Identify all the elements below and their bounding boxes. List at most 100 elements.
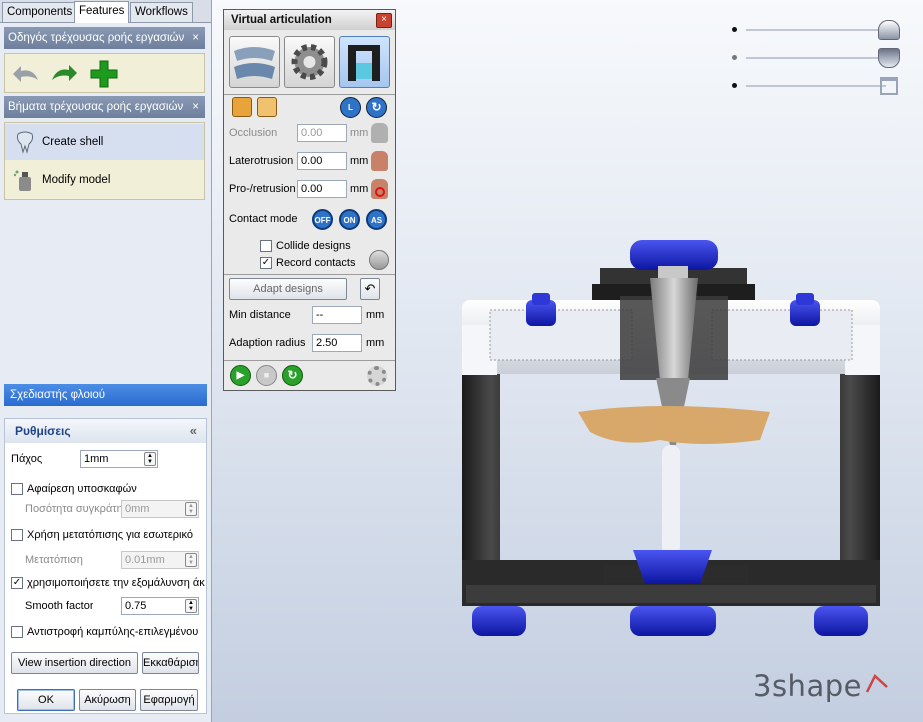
smooth-factor-label: Smooth factor [25,600,94,612]
visibility-slider-upper[interactable] [732,20,900,40]
invert-curve-checkbox[interactable] [11,626,23,638]
hand-icon[interactable] [371,151,388,171]
spin-arrows-icon[interactable]: ▲ ▼ [144,452,156,466]
forward-arrow-icon[interactable] [49,61,79,85]
ok-button[interactable]: OK [17,689,75,711]
eye-icon[interactable] [369,250,389,270]
left-side-icon[interactable]: L [340,97,361,118]
adapt-designs-button[interactable]: Adapt designs [229,278,347,300]
adaption-radius-unit: mm [366,337,385,349]
jaw-model-button[interactable] [229,36,280,88]
undo-icon[interactable]: ↶ [360,278,380,300]
use-offset-checkbox[interactable] [11,529,23,541]
gap-percent-stepper[interactable]: 0mm ▲ ▼ [121,500,199,518]
contact-as-button[interactable]: AS [366,209,387,230]
laterotrusion-unit: mm [350,155,369,167]
occlusion-input[interactable]: 0.00 [297,124,347,142]
settings-panel: Ρυθμίσεις « Πάχος 1mm ▲ ▼ Αφαίρεση υποσκαφ… [4,418,207,714]
articulator-frame-icon [348,45,380,81]
tab-workflows[interactable]: Workflows [130,2,193,22]
adaption-radius-input[interactable]: 2.50 [312,334,362,352]
hand-icon[interactable] [371,123,388,143]
min-distance-input[interactable]: -- [312,306,362,324]
settings-header[interactable]: Ρυθμίσεις « [5,419,206,443]
protrusion-label: Pro-/retrusion [229,183,296,195]
workflow-guide-title: Οδηγός τρέχουσας ροής εργασιών [8,32,185,44]
contact-mode-label: Contact mode [229,213,298,225]
view-insertion-button[interactable]: View insertion direction [11,652,138,674]
record-contacts-label: Record contacts [276,257,356,269]
jaw-model-icon [234,47,275,79]
workflow-steps-list: Create shell Modify model [4,122,205,200]
invert-curve-label: Αντιστροφή καμπύλης-επιλεγμένου [27,626,199,638]
collide-designs-checkbox[interactable] [260,240,272,252]
cancel-button[interactable]: Ακύρωση [79,689,136,711]
visibility-slider-articulator[interactable] [732,76,900,96]
tab-components[interactable]: Components [2,2,78,22]
clear-button[interactable]: Εκκαθάριση [142,652,199,674]
close-icon[interactable]: × [376,13,392,28]
workflow-guide-header[interactable]: Οδηγός τρέχουσας ροής εργασιών × [4,27,205,49]
rotate-icon[interactable]: ↻ [366,97,387,118]
brand-logo: 3shape [753,669,890,703]
virtual-articulation-window: Virtual articulation × L ↻ Occlusion 0.0… [223,9,396,391]
tooth-icon [16,131,34,154]
offset-stepper[interactable]: 0.01mm ▲ ▼ [121,551,199,569]
protrusion-input[interactable]: 0.00 [297,180,347,198]
repeat-icon[interactable]: ↻ [282,365,303,386]
contact-off-button[interactable]: OFF [312,209,333,230]
min-distance-unit: mm [366,309,385,321]
upper-jaw-icon [878,20,900,40]
thickness-label: Πάχος [11,453,43,465]
hand-blocked-icon[interactable] [371,179,388,199]
smooth-factor-stepper[interactable]: 0.75 ▲ ▼ [121,597,199,615]
thickness-stepper[interactable]: 1mm ▲ ▼ [80,450,158,468]
adaption-radius-label: Adaption radius [229,337,306,349]
visibility-slider-lower[interactable] [732,48,900,68]
collapse-icon[interactable]: « [190,419,197,443]
use-offset-label: Χρήση μετατόπισης για εσωτερικό [27,529,193,541]
use-smoothing-checkbox[interactable]: ✓ [11,577,23,589]
protrusion-unit: mm [350,183,369,195]
gear-icon [291,44,328,80]
stop-icon[interactable]: ■ [256,365,277,386]
laterotrusion-input[interactable]: 0.00 [297,152,347,170]
close-icon[interactable]: × [192,96,199,118]
spray-can-icon [13,170,31,191]
contact-on-button[interactable]: ON [339,209,360,230]
remove-undercuts-checkbox[interactable] [11,483,23,495]
step-modify-model[interactable]: Modify model [5,162,204,198]
offset-label: Μετατόπιση [25,554,83,566]
record-contacts-checkbox[interactable]: ✓ [260,257,272,269]
play-icon[interactable]: ▶ [230,365,251,386]
occlusion-unit: mm [350,127,369,139]
shell-designer-header: Σχεδιαστής φλοιού [4,384,207,406]
back-arrow-icon[interactable] [11,62,41,86]
spin-arrows-icon[interactable]: ▲ ▼ [185,553,197,567]
unlock-icon[interactable] [257,97,277,117]
apply-button[interactable]: Εφαρμογή [140,689,198,711]
va-title[interactable]: Virtual articulation [224,10,395,30]
settings-gear-button[interactable] [284,36,335,88]
articulator-frame-button[interactable] [339,36,390,88]
articulator-icon [880,77,898,95]
step-create-shell[interactable]: Create shell [5,124,204,160]
tab-features[interactable]: Features [74,1,130,23]
divider [224,94,395,95]
divider [224,360,395,361]
lock-icon[interactable] [232,97,252,117]
workflow-guide-body [4,53,205,93]
lower-jaw-icon [878,48,900,68]
spin-arrows-icon[interactable]: ▲ ▼ [185,599,197,613]
remove-undercuts-label: Αφαίρεση υποσκαφών [27,483,137,495]
settings-gear-icon[interactable] [367,366,387,386]
divider [224,274,395,275]
left-panel: Components Features Workflows Οδηγός τρέ… [0,0,212,722]
spin-arrows-icon[interactable]: ▲ ▼ [185,502,197,516]
laterotrusion-label: Laterotrusion [229,155,294,167]
close-icon[interactable]: × [192,27,199,49]
add-icon[interactable] [89,59,119,89]
gap-percent-label: Ποσότητα συγκράτησης [25,503,121,515]
workflow-steps-header[interactable]: Βήματα τρέχουσας ροής εργασιών × [4,96,205,118]
tab-bar: Components Features Workflows [0,0,211,23]
